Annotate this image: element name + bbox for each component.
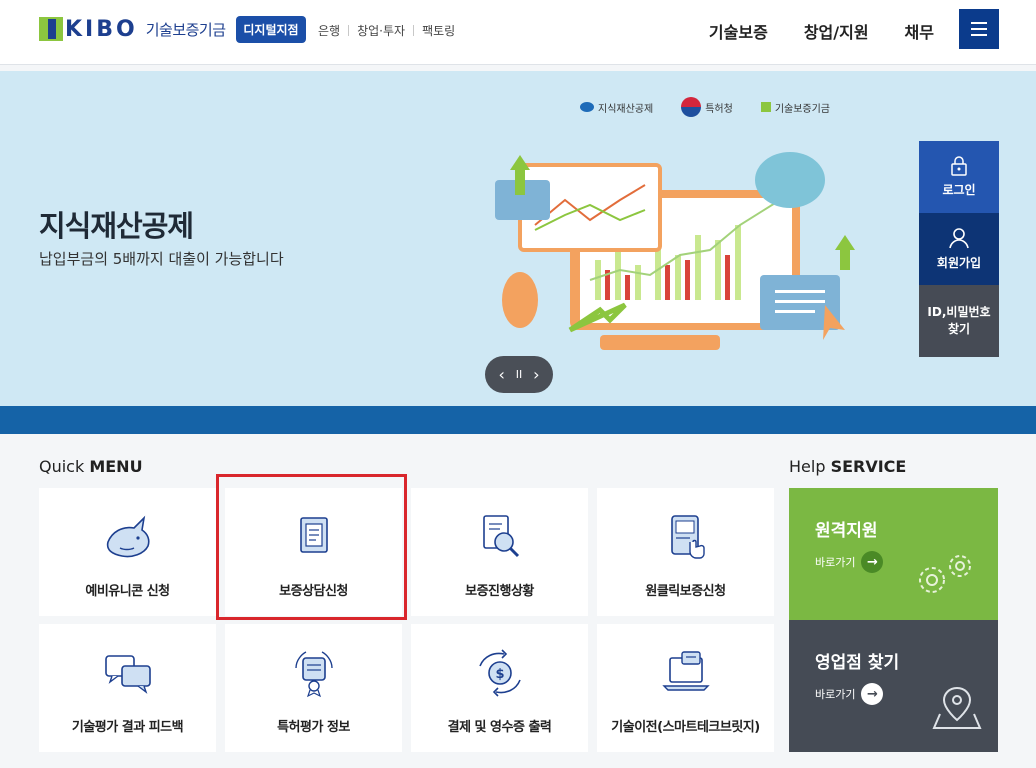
quick-menu-item-one-click-guarantee[interactable]: 원클릭보증신청 [597,488,774,616]
digital-branch-button[interactable]: 디지털지점 [236,16,306,43]
banner-title[interactable]: 지식재산공제 [39,203,194,245]
subnav-bank[interactable]: 은행 [318,22,348,39]
payment-cycle-icon: $ [478,649,521,697]
find-id-password-button[interactable]: ID,비밀번호 찾기 [919,285,999,357]
main-navigation: 기술보증 창업/지원 채무 [709,19,934,43]
side-quick-links: 로그인 회원가입 ID,비밀번호 찾기 [919,141,999,357]
document-search-icon [482,515,519,558]
branch-finder-card[interactable]: 영업점 찾기 바로가기 → [789,620,998,752]
chevron-left-icon[interactable]: ‹ [498,365,504,384]
signup-button[interactable]: 회원가입 [919,213,999,285]
laptop-chat-icon [661,651,710,691]
subnav-factoring[interactable]: 팩토링 [414,22,463,39]
hamburger-menu-button[interactable] [959,9,999,49]
unicorn-icon [106,515,150,558]
banner-subtitle: 납입부금의 5배까지 대출이 가능합니다 [39,250,284,268]
pause-icon[interactable]: II [516,368,523,381]
sub-navigation: 은행 창업·투자 팩토링 [318,22,463,39]
kibo-small-logo: 기술보증기금 [760,100,830,115]
quick-menu-label: 보증진행상황 [465,584,534,599]
hamburger-icon [971,22,987,24]
nav-debt[interactable]: 채무 [905,19,934,43]
kibo-logo[interactable]: KIBO 기술보증기금 [39,16,226,42]
org-name: 기술보증기금 [145,20,226,39]
chat-bubbles-icon [104,655,151,694]
map-pin-icon [932,686,982,729]
gears-icon [919,555,971,593]
award-icon [294,651,333,698]
help-service-title: Help SERVICE [789,457,907,476]
nav-startup-support[interactable]: 창업/지원 [804,19,869,43]
kibo-logo-text: KIBO [65,16,138,42]
login-label: 로그인 [942,182,976,197]
ip-icon [580,102,594,112]
user-icon [949,227,969,248]
quick-menu-label: 결제 및 영수증 출력 [447,720,552,735]
quick-menu-label: 기술평가 결과 피드백 [71,720,184,735]
taeguk-icon [681,97,702,117]
svg-text:$: $ [495,667,504,682]
subnav-startup-investment[interactable]: 창업·투자 [349,22,413,39]
quick-menu-label: 원클릭보증신청 [645,584,726,599]
signup-label: 회원가입 [936,255,982,270]
quick-menu-item-tech-transfer[interactable]: 기술이전(스마트테크브릿지) [597,624,774,752]
find-id-password-label: ID,비밀번호 찾기 [927,305,991,336]
quick-menu-label: 특허평가 정보 [277,720,350,735]
financial-chart-illustration [495,152,855,350]
kipo-logo: 특허청 [681,97,733,117]
kibo-mark-icon [760,102,771,112]
remote-support-title: 원격지원 [815,521,878,541]
quick-menu-label: 예비유니콘 신청 [85,584,170,599]
quick-menu-title: Quick MENU [39,457,143,476]
chevron-right-icon[interactable]: › [533,365,539,384]
quick-menu-item-tech-evaluation-feedback[interactable]: 기술평가 결과 피드백 [39,624,216,752]
site-header: KIBO 기술보증기금 디지털지점 은행 창업·투자 팩토링 기술보증 창업/지… [0,0,1036,65]
ip-mutual-aid-logo: 지식재산공제 [580,100,653,115]
nav-tech-guarantee[interactable]: 기술보증 [709,19,768,43]
login-button[interactable]: 로그인 [919,141,999,213]
quick-menu-item-patent-evaluation[interactable]: 특허평가 정보 [225,624,402,752]
quick-menu-item-guarantee-progress[interactable]: 보증진행상황 [411,488,588,616]
quick-menu-item-payment-receipt[interactable]: $ 결제 및 영수증 출력 [411,624,588,752]
tablet-touch-icon [670,515,705,559]
kibo-logo-mark: KIBO [39,17,138,42]
quick-menu-item-pre-unicorn[interactable]: 예비유니콘 신청 [39,488,216,616]
remote-support-card[interactable]: 원격지원 바로가기 → [789,488,998,620]
arrow-right-icon: → [861,683,884,705]
quick-menu-label: 기술이전(스마트테크브릿지) [611,720,760,735]
banner-slider-controls: ‹ II › [485,356,553,393]
branch-finder-title: 영업점 찾기 [815,653,900,673]
lock-icon [951,155,967,176]
highlight-box [216,474,407,620]
banner-stripe [0,406,1036,434]
arrow-right-icon: → [861,551,884,573]
sponsor-logos: 지식재산공제 특허청 기술보증기금 [580,97,830,117]
